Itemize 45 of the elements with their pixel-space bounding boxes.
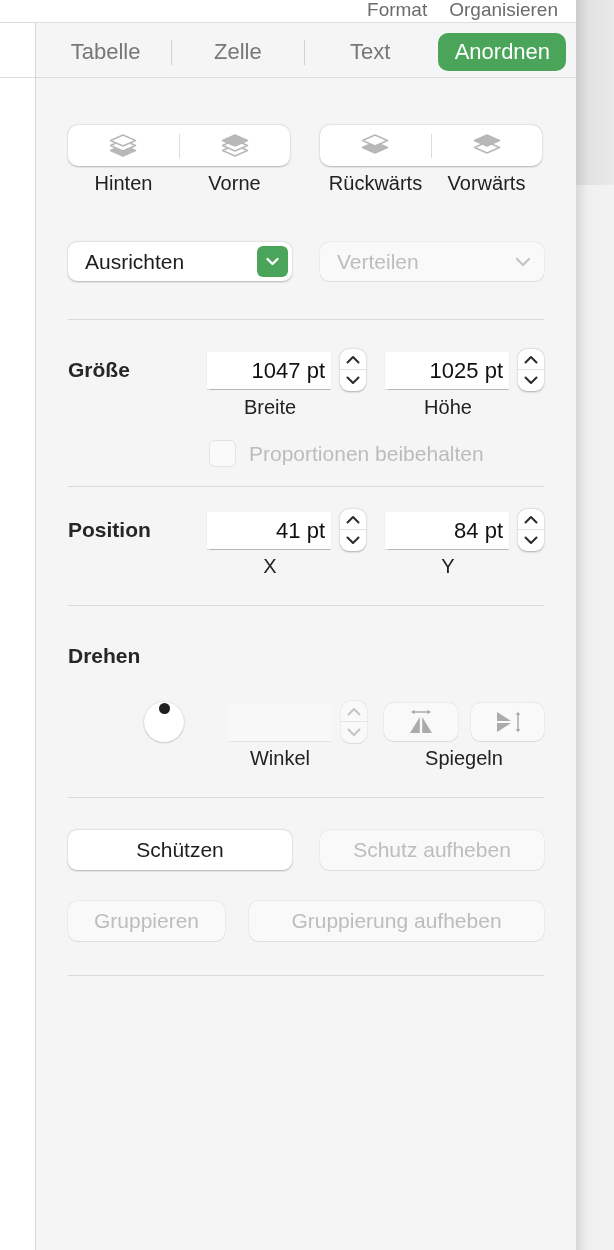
button-label: Vorwärts bbox=[446, 171, 527, 196]
chevron-down-icon[interactable] bbox=[346, 376, 360, 386]
tab[interactable]: Zelle bbox=[173, 33, 302, 71]
chevron-down-icon[interactable] bbox=[346, 536, 360, 546]
button-label: Vorne bbox=[207, 171, 262, 196]
button-label: Rückwärts bbox=[327, 171, 424, 196]
stepper[interactable] bbox=[340, 349, 366, 391]
chevron-up-icon[interactable] bbox=[524, 514, 538, 524]
field-caption: Höhe bbox=[423, 395, 473, 419]
tab[interactable]: Anordnen bbox=[438, 33, 567, 71]
stepper[interactable] bbox=[340, 509, 366, 551]
number-field[interactable]: 41 pt bbox=[207, 511, 331, 549]
layers-icon bbox=[472, 134, 501, 157]
field-caption: Winkel bbox=[249, 746, 311, 770]
toolbar-button[interactable]: Organisieren bbox=[449, 0, 558, 19]
tab[interactable]: Text bbox=[306, 33, 435, 71]
chevron-down-icon[interactable] bbox=[524, 536, 538, 546]
checkbox-label: Proportionen beibehalten bbox=[249, 441, 484, 466]
chevron-up-icon[interactable] bbox=[346, 514, 360, 524]
rotation-dial[interactable] bbox=[144, 702, 184, 742]
number-field[interactable]: 1025 pt bbox=[385, 351, 509, 389]
chevron-up-icon[interactable] bbox=[346, 354, 360, 364]
section-label: Position bbox=[68, 518, 152, 542]
stepper[interactable] bbox=[518, 509, 544, 551]
field-caption: Breite bbox=[242, 395, 298, 419]
section-label: Drehen bbox=[68, 643, 142, 669]
field-caption: X bbox=[262, 554, 278, 578]
dropdown-button[interactable]: Ausrichten bbox=[68, 242, 292, 281]
number-field[interactable]: 1047 pt bbox=[207, 351, 331, 389]
stepper[interactable] bbox=[518, 349, 544, 391]
chevron-down-icon bbox=[515, 256, 531, 267]
button-label: Hinten bbox=[93, 171, 154, 196]
layers-icon bbox=[361, 134, 390, 157]
action-button[interactable]: Schützen bbox=[68, 830, 292, 870]
chevron-down-icon bbox=[257, 246, 288, 277]
tab[interactable]: Tabelle bbox=[41, 33, 170, 71]
layers-icon bbox=[109, 134, 138, 157]
field-caption: Spiegeln bbox=[424, 746, 504, 770]
chevron-down-icon[interactable] bbox=[524, 376, 538, 386]
number-field[interactable]: 84 pt bbox=[385, 511, 509, 549]
chevron-up-icon[interactable] bbox=[524, 354, 538, 364]
layers-icon bbox=[220, 134, 249, 157]
toolbar-button[interactable]: Format bbox=[367, 0, 428, 19]
field-caption: Y bbox=[440, 554, 456, 578]
section-label: Größe bbox=[68, 358, 131, 382]
